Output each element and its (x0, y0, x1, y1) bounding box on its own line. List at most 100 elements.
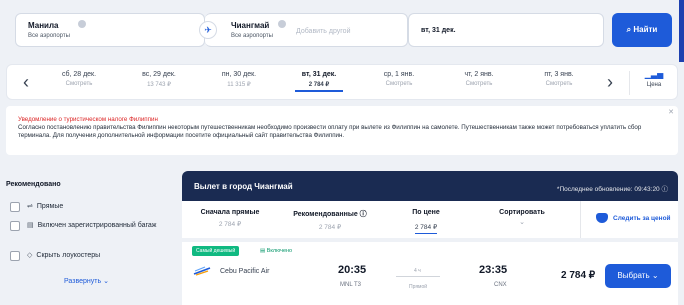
checkbox[interactable] (10, 221, 20, 231)
flight-card[interactable]: Самый дешевый ▤ Включено Cebu Pacific Ai… (182, 242, 678, 305)
bell-icon (596, 213, 608, 223)
sort-label: Сначала прямые (200, 209, 260, 216)
filter-label: Скрыть лоукостеры (36, 252, 101, 259)
last-updated-text: *Последнее обновление: 09:43:20 (556, 186, 660, 193)
checkbox[interactable] (10, 202, 20, 212)
date-label: пн, 30 дек. (221, 71, 257, 78)
info-icon[interactable]: ⓘ (662, 186, 669, 193)
notice-body: Согласно постановлению правительства Фил… (18, 124, 642, 140)
date-price: 2 784 ₽ (308, 82, 330, 88)
flight-price: 2 784 ₽ (561, 270, 596, 281)
sort-label: По цене (412, 209, 440, 216)
stops-label: Прямой (409, 284, 428, 290)
date-label: ср, 1 янв. (383, 71, 415, 78)
cheapest-badge: Самый дешевый (192, 246, 240, 256)
sort-label: Сортировать (499, 209, 545, 216)
destination-field[interactable]: Чиангмай Все аэропорты Добавить другой (205, 13, 408, 47)
price-calendar-button[interactable]: ▁▃▅ Цена (639, 70, 669, 88)
depart-time: 20:35 (338, 264, 367, 276)
luggage-icon: ▤ (27, 222, 34, 229)
date-price: 11 315 ₽ (227, 82, 251, 88)
tax-notice: Уведомление о туристическом налоге Филип… (6, 106, 678, 155)
chevron-down-icon: ⌄ (651, 271, 659, 280)
date-strip: ‹ сб, 28 дек. Смотреть вс, 29 дек. 13 74… (6, 64, 678, 100)
date-label: пт, 3 янв. (544, 71, 574, 78)
search-button[interactable]: ⌕ Найти (612, 13, 672, 47)
sort-label: Рекомендованные ⓘ (293, 211, 367, 218)
chevron-right-icon[interactable]: › (597, 65, 623, 101)
arrive-airport: CNX (494, 282, 507, 288)
date-option[interactable]: вс, 29 дек. 13 743 ₽ (123, 71, 195, 88)
clear-origin-icon[interactable] (78, 20, 86, 28)
depart-airport: MNL T3 (340, 282, 362, 288)
bar-chart-icon: ▁▃▅ (644, 70, 664, 79)
follow-price-button[interactable]: Следить за ценой (580, 201, 678, 238)
date-field[interactable]: вт, 31 дек. (408, 13, 604, 47)
last-updated: *Последнее обновление: 09:43:20 ⓘ (557, 183, 668, 193)
select-label: Выбрать (617, 271, 650, 280)
origin-city: Манила (28, 21, 59, 30)
date-label: чт, 2 янв. (464, 71, 494, 78)
search-button-label: Найти (633, 25, 658, 34)
date-price: Смотреть (385, 81, 413, 87)
origin-field[interactable]: Манила Все аэропорты (15, 13, 205, 47)
sort-price: 2 784 ₽ (218, 221, 242, 228)
date-price: 13 743 ₽ (147, 82, 171, 88)
sort-by-price[interactable]: По цене 2 784 ₽ (378, 209, 474, 234)
divider (629, 71, 630, 95)
results-title: Вылет в город Чиангмай (194, 182, 293, 191)
direct-icon: ⇌ (27, 203, 33, 210)
expand-filters-link[interactable]: Развернуть ⌄ (64, 277, 109, 285)
checkbox[interactable] (10, 251, 20, 261)
date-label: сб, 28 дек. (61, 71, 97, 78)
date-option[interactable]: пт, 3 янв. Смотреть (523, 71, 595, 87)
date-label: вт, 31 дек. (301, 71, 337, 78)
select-flight-button[interactable]: Выбрать ⌄ (605, 264, 671, 288)
add-destination-input[interactable]: Добавить другой (296, 28, 350, 35)
date-option[interactable]: чт, 2 янв. Смотреть (443, 71, 515, 87)
destination-airports: Все аэропорты (231, 33, 273, 39)
date-label: вс, 29 дек. (142, 71, 176, 78)
price-toggle-label: Цена (646, 82, 662, 88)
chevron-left-icon[interactable]: ‹ (13, 65, 39, 101)
filter-lowcost[interactable]: ◇ Скрыть лоукостеры (10, 251, 156, 261)
date-price: Смотреть (65, 81, 93, 87)
sort-recommended[interactable]: Рекомендованные ⓘ 2 784 ₽ (282, 209, 378, 231)
date-option-selected[interactable]: вт, 31 дек. 2 784 ₽ (283, 71, 355, 92)
close-icon[interactable]: ✕ (668, 108, 674, 116)
chevron-down-icon: ⌄ (103, 278, 109, 285)
sort-dropdown[interactable]: Сортировать ⌄ (474, 209, 570, 226)
date-option[interactable]: пн, 30 дек. 11 315 ₽ (203, 71, 275, 88)
flight-duration: 4 ч (414, 268, 421, 274)
search-bar: Манила Все аэропорты ✈ Чиангмай Все аэро… (0, 0, 684, 62)
follow-price-label: Следить за ценой (613, 215, 671, 222)
filter-label: Прямые (36, 203, 64, 210)
page-edge (679, 0, 684, 62)
results-panel: Вылет в город Чиангмай *Последнее обновл… (182, 171, 678, 305)
luggage-icon: ▤ (260, 248, 266, 254)
included-badge: ▤ Включено (257, 246, 295, 256)
airline-logo-icon (193, 266, 211, 276)
search-icon: ⌕ (626, 25, 632, 34)
date-price: Смотреть (545, 81, 573, 87)
sort-price: 2 784 ₽ (414, 223, 438, 234)
airline-name: Cebu Pacific Air (220, 268, 270, 275)
date-price: Смотреть (465, 81, 493, 87)
tag-icon: ◇ (27, 252, 33, 259)
filter-direct[interactable]: ⇌ Прямые (10, 202, 157, 212)
date-option[interactable]: сб, 28 дек. Смотреть (43, 71, 115, 87)
departure-date: вт, 31 дек. (421, 27, 456, 34)
filter-baggage[interactable]: ▤ Включен зарегистрированный багаж (10, 221, 158, 231)
origin-airports: Все аэропорты (28, 33, 70, 39)
sort-direct-first[interactable]: Сначала прямые 2 784 ₽ (182, 209, 278, 228)
filters-panel: Рекомендовано ⇌ Прямые ▤ Включен зарегис… (6, 171, 174, 301)
filter-label: Включен зарегистрированный багаж (37, 222, 157, 229)
route-line (396, 276, 440, 277)
clear-destination-icon[interactable] (278, 20, 286, 28)
chevron-down-icon: ⌄ (519, 219, 525, 226)
arrive-time: 23:35 (479, 264, 508, 276)
notice-title: Уведомление о туристическом налоге Филип… (18, 116, 158, 123)
destination-city: Чиангмай (231, 21, 270, 30)
plane-icon[interactable]: ✈ (199, 21, 217, 39)
date-option[interactable]: ср, 1 янв. Смотреть (363, 71, 435, 87)
